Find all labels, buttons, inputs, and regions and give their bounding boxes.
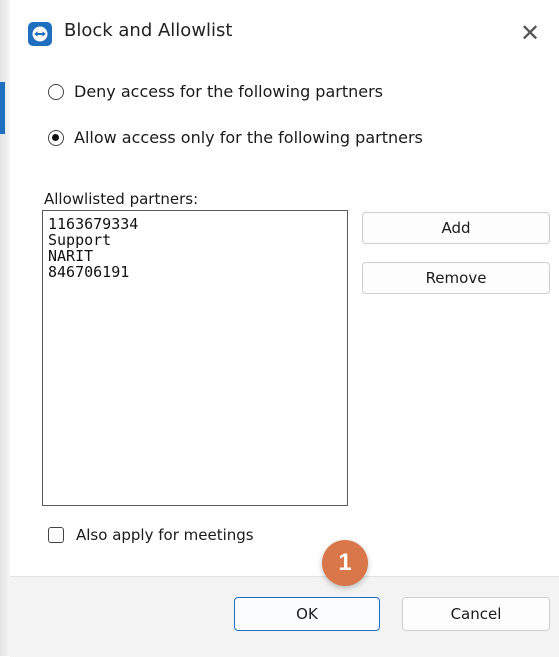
allow-radio-label: Allow access only for the following part…	[74, 128, 423, 147]
allow-access-radio[interactable]: Allow access only for the following part…	[48, 128, 423, 147]
background-accent-bar	[0, 82, 5, 134]
ok-button[interactable]: OK	[234, 597, 380, 631]
close-icon[interactable]: ✕	[509, 12, 551, 54]
meetings-checkbox-box[interactable]	[48, 527, 64, 543]
allowlisted-partners-list[interactable]: 1163679334 Support NARIT 846706191	[42, 210, 348, 506]
list-item[interactable]: 1163679334	[48, 216, 342, 232]
dialog-content: Deny access for the following partners A…	[10, 66, 559, 576]
cancel-button[interactable]: Cancel	[402, 597, 550, 631]
allowlisted-partners-label: Allowlisted partners:	[44, 190, 199, 208]
remove-button[interactable]: Remove	[362, 262, 550, 294]
apply-meetings-checkbox[interactable]: Also apply for meetings	[48, 526, 254, 544]
dialog-window: Block and Allowlist ✕ Deny access for th…	[0, 0, 559, 657]
meetings-checkbox-label: Also apply for meetings	[76, 526, 254, 544]
list-item[interactable]: 846706191	[48, 264, 342, 280]
list-item[interactable]: NARIT	[48, 248, 342, 264]
add-button[interactable]: Add	[362, 212, 550, 244]
deny-radio-indicator[interactable]	[48, 83, 64, 100]
dialog-footer: OK Cancel	[10, 576, 559, 657]
allow-radio-indicator[interactable]	[48, 129, 64, 146]
teamviewer-app-icon	[28, 22, 52, 46]
title-bar: Block and Allowlist ✕	[10, 0, 559, 66]
window-title: Block and Allowlist	[64, 20, 233, 41]
deny-radio-label: Deny access for the following partners	[74, 82, 384, 101]
deny-access-radio[interactable]: Deny access for the following partners	[48, 82, 383, 101]
step-number-badge: 1	[322, 540, 368, 586]
list-item[interactable]: Support	[48, 232, 342, 248]
